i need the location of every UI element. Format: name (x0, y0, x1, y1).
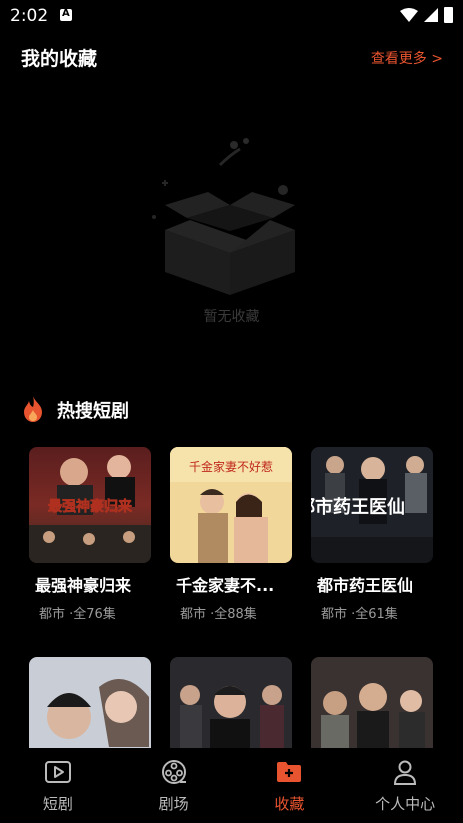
nav-item-favorites[interactable]: 收藏 (232, 748, 348, 823)
cover-title-text: 千金家妻不好惹 (189, 459, 273, 474)
drama-cover[interactable]: 都市药王医仙 (311, 447, 433, 563)
drama-meta: 都市 ·全88集 (180, 607, 257, 622)
drama-title: 都市药王医仙 (317, 576, 414, 595)
favorite-folder-icon (277, 762, 302, 782)
nav-item-short-drama[interactable]: 短剧 (0, 748, 116, 823)
film-reel-icon (161, 760, 186, 784)
drama-card[interactable]: 都市药王医仙 都市药王医仙 都市 ·全61集 (311, 447, 433, 622)
drama-title: 最强神豪归来 (35, 576, 132, 595)
empty-text: 暂无收藏 (203, 309, 260, 325)
empty-box-icon (152, 138, 295, 295)
system-icons (400, 7, 453, 23)
drama-cover[interactable]: 最强神豪归来 (29, 447, 151, 563)
bottom-nav: 短剧 剧场 收藏 个人中心 (0, 748, 463, 823)
drama-title: 千金家妻不... (176, 576, 275, 595)
favorites-title: 我的收藏 (21, 48, 98, 70)
status-time: 2:02 (10, 6, 49, 26)
user-icon (394, 760, 417, 785)
fire-icon (24, 396, 42, 422)
nav-label: 剧场 (158, 795, 189, 813)
favorites-header: 我的收藏 查看更多 > (21, 44, 443, 72)
a-icon (60, 8, 72, 21)
battery-icon (444, 7, 453, 23)
drama-meta: 都市 ·全61集 (321, 607, 398, 622)
cover-title-text: 最强神豪归来 (48, 498, 133, 515)
nav-label: 个人中心 (375, 795, 436, 813)
play-icon (44, 761, 71, 783)
wifi-icon (400, 8, 418, 22)
drama-card[interactable]: 千金家妻不好惹 千金家妻不... 都市 ·全88集 (170, 447, 292, 622)
cover-title-text: 都市药王医仙 (311, 496, 405, 518)
nav-label: 短剧 (42, 795, 73, 813)
view-more-link[interactable]: 查看更多 > (371, 48, 443, 68)
drama-card[interactable]: 最强神豪归来 最强神豪归来 都市 ·全76集 (29, 447, 151, 622)
drama-meta: 都市 ·全76集 (39, 607, 116, 622)
nav-item-theater[interactable]: 剧场 (116, 748, 232, 823)
status-bar: 2:02 (0, 0, 463, 32)
hot-section-title: 热搜短剧 (57, 401, 129, 422)
signal-icon (424, 8, 438, 22)
nav-label: 收藏 (274, 795, 305, 813)
drama-cover[interactable]: 千金家妻不好惹 (170, 447, 292, 563)
nav-item-profile[interactable]: 个人中心 (347, 748, 463, 823)
